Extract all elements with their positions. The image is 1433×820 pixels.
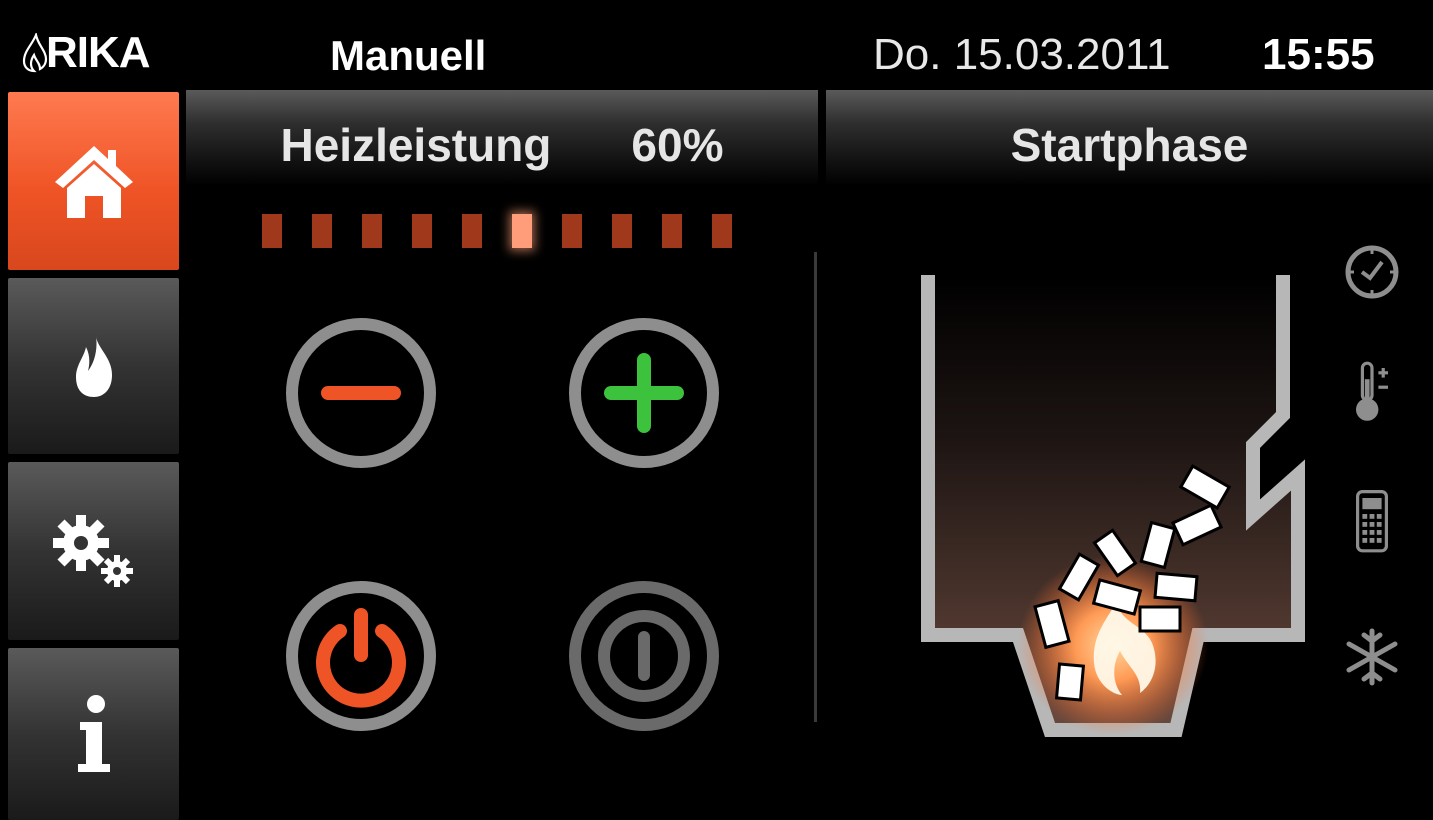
plus-icon bbox=[569, 318, 719, 468]
flame-logo-icon bbox=[22, 33, 48, 73]
power-level-bar bbox=[262, 214, 732, 248]
thermometer-icon[interactable] bbox=[1340, 360, 1404, 424]
power-off-icon bbox=[569, 581, 719, 731]
level-segment bbox=[462, 214, 482, 248]
clock-icon[interactable] bbox=[1340, 240, 1404, 304]
stove-illustration bbox=[921, 275, 1305, 737]
logo-text: RIKA bbox=[46, 28, 151, 77]
nav-flame-button[interactable] bbox=[8, 278, 179, 454]
power-off-button[interactable] bbox=[567, 579, 721, 733]
level-segment bbox=[312, 214, 332, 248]
level-segment bbox=[712, 214, 732, 248]
decrease-button[interactable] bbox=[284, 316, 438, 470]
nav-home-button[interactable] bbox=[8, 92, 179, 270]
gear-icon bbox=[52, 515, 133, 587]
home-icon bbox=[54, 146, 133, 218]
snowflake-icon[interactable] bbox=[1340, 625, 1404, 689]
minus-icon bbox=[286, 318, 436, 468]
power-on-button[interactable] bbox=[284, 579, 438, 733]
level-segment bbox=[412, 214, 432, 248]
remote-icon[interactable] bbox=[1340, 490, 1404, 554]
mode-title: Manuell bbox=[330, 32, 487, 79]
flame-icon bbox=[75, 335, 112, 397]
rika-logo: RIKA bbox=[22, 18, 151, 88]
divider bbox=[814, 252, 817, 722]
level-segment bbox=[262, 214, 282, 248]
increase-button[interactable] bbox=[567, 316, 721, 470]
level-segment bbox=[612, 214, 632, 248]
time-display: 15:55 bbox=[1262, 30, 1375, 79]
level-segment bbox=[512, 214, 532, 248]
power-label: Heizleistung bbox=[280, 119, 552, 171]
date-display: Do. 15.03.2011 bbox=[873, 30, 1171, 79]
power-value: 60% bbox=[631, 119, 724, 171]
nav-info-button[interactable] bbox=[8, 648, 179, 820]
level-segment bbox=[362, 214, 382, 248]
power-icon bbox=[286, 581, 436, 731]
nav-settings-button[interactable] bbox=[8, 462, 179, 640]
level-segment bbox=[662, 214, 682, 248]
level-segment bbox=[562, 214, 582, 248]
power-header: Heizleistung 60% bbox=[186, 118, 818, 172]
info-icon bbox=[77, 695, 110, 772]
